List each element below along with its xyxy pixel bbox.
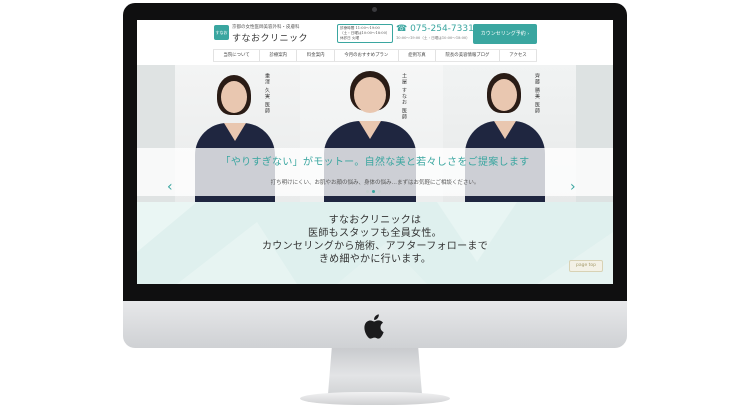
nav-item-treatments[interactable]: 診療案内 [260,50,298,61]
slider-dot[interactable] [366,190,369,193]
site-name[interactable]: すなおクリニック [232,31,308,44]
phone-number-text[interactable]: 075-254-7331 [410,24,474,34]
clinic-logo[interactable]: すなお [214,25,229,40]
doctor-name-2: 土屋 すなお 医師 [401,73,407,121]
apple-logo-icon [364,314,384,339]
chevron-right-icon[interactable]: › [570,180,576,194]
slider-dot[interactable] [372,190,375,193]
nav-item-pricing[interactable]: 料金案内 [297,50,335,61]
webcam [372,7,377,12]
hero-headline: 「やりすぎない」がモットー。自然な美と若々しさをご提案します [220,157,530,168]
doctor-name-3: 齊藤 勝美 医師 [534,73,540,115]
slider-dot[interactable] [378,190,381,193]
nav-item-blog[interactable]: 院長の美容情報ブログ [436,50,500,61]
hero-subtext: 打ち明けにくい、お肌やお顔の悩み、身体の悩み…まずはお気軽にご相談ください。 [270,180,480,186]
slider-dots [366,190,381,193]
hero-slider[interactable]: 重澤 久実 医師 土屋 すなお 医師 齊藤 勝美 医師 「やりすぎない」がモット… [137,65,613,202]
doctor-name-1: 重澤 久実 医師 [264,73,270,115]
phone-hours: 10:00〜19:00（土・日曜は10:00〜18:00） [396,36,470,40]
chevron-left-icon[interactable]: ‹ [167,180,173,194]
site-header: すなお 京都の女性医師美容外科・皮膚科 すなおクリニック 診療時間 11:00〜… [137,20,613,47]
monitor-stand-foot [300,392,450,405]
phone-number[interactable]: ☎ 075-254-7331 [396,24,474,34]
reservation-button[interactable]: カウンセリング予約 › [473,24,537,44]
hours-box: 診療時間 11:00〜19:00 （土・日曜は10:00〜18:00） 休診日 … [337,24,393,43]
intro-line: きめ細やかに行います。 [318,254,432,265]
browser-viewport: すなお 京都の女性医師美容外科・皮膚科 すなおクリニック 診療時間 11:00〜… [137,20,613,284]
main-navigation: 当院について 診療案内 料金案内 今月のおすすめプラン 症例写真 院長の美容情報… [213,49,538,62]
monitor-stand-neck [328,348,422,394]
nav-item-monthly-plan[interactable]: 今月のおすすめプラン [335,50,399,61]
intro-message: すなおクリニックは 医師もスタッフも全員女性。 カウンセリングから施術、アフター… [137,214,613,266]
intro-section: すなおクリニックは 医師もスタッフも全員女性。 カウンセリングから施術、アフター… [137,202,613,284]
nav-item-about[interactable]: 当院について [213,50,261,61]
nav-item-case-photos[interactable]: 症例写真 [399,50,437,61]
reservation-button-label[interactable]: カウンセリング予約 [481,31,526,37]
intro-line: 医師もスタッフも全員女性。 [308,228,442,239]
nav-item-access[interactable]: アクセス [500,50,538,61]
page-top-button[interactable]: page top [569,260,603,272]
hours-line: 休診日 火曜 [340,36,360,40]
site-tagline: 京都の女性医師美容外科・皮膚科 [232,25,300,30]
intro-line: すなおクリニックは [328,215,422,226]
chevron-right-icon: › [527,31,530,37]
intro-line: カウンセリングから施術、アフターフォローまで [262,241,488,252]
